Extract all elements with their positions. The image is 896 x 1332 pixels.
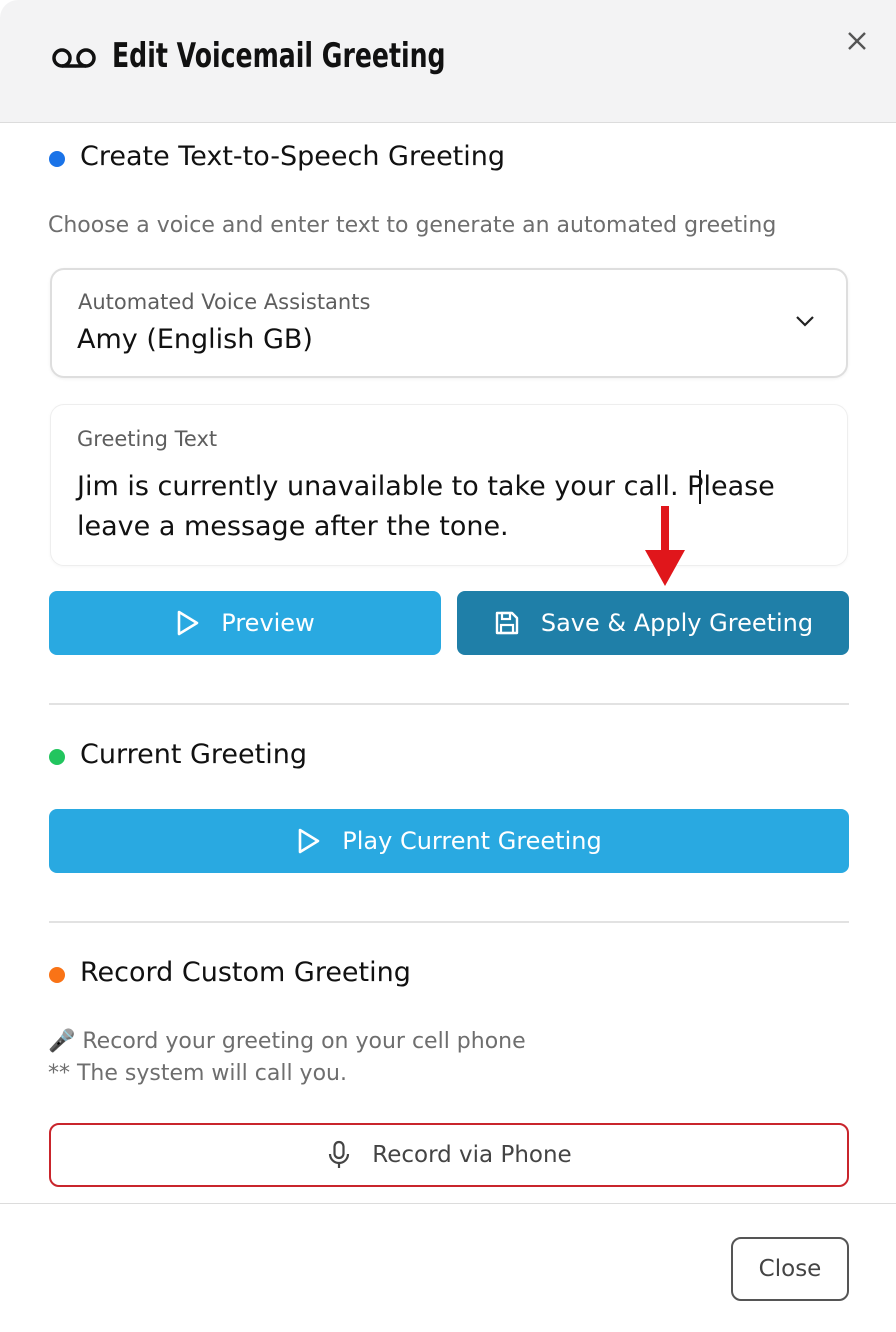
microphone-icon (326, 1140, 352, 1170)
current-section-dot (49, 749, 65, 765)
preview-button-label: Preview (221, 609, 315, 637)
voicemail-greeting-dialog: Edit Voicemail Greeting Create Text-to-S… (0, 0, 896, 1332)
play-icon (296, 827, 322, 855)
section-divider (49, 703, 849, 705)
record-via-phone-button[interactable]: Record via Phone (49, 1123, 849, 1187)
record-note-line1: 🎤 Record your greeting on your cell phon… (48, 1029, 526, 1054)
dialog-header: Edit Voicemail Greeting (0, 0, 896, 123)
section-divider (49, 921, 849, 923)
tts-description: Choose a voice and enter text to generat… (48, 213, 777, 238)
voice-select-value: Amy (English GB) (77, 324, 313, 355)
record-note-line2: ** The system will call you. (48, 1061, 347, 1086)
play-current-greeting-button[interactable]: Play Current Greeting (49, 809, 849, 873)
save-apply-button-label: Save & Apply Greeting (540, 609, 814, 637)
record-via-phone-label: Record via Phone (372, 1142, 572, 1168)
save-icon (493, 609, 521, 637)
greeting-text-field[interactable]: Greeting Text Jim is currently unavailab… (50, 404, 848, 566)
arrow-down-icon (645, 506, 685, 586)
save-apply-button[interactable]: Save & Apply Greeting (457, 591, 849, 655)
play-current-greeting-label: Play Current Greeting (342, 827, 602, 855)
preview-button[interactable]: Preview (49, 591, 441, 655)
record-section-dot (49, 967, 65, 983)
voice-select[interactable]: Automated Voice Assistants Amy (English … (50, 268, 848, 378)
chevron-down-icon (796, 316, 814, 327)
record-section-title: Record Custom Greeting (80, 957, 411, 988)
greeting-text-input[interactable]: Jim is currently unavailable to take you… (77, 467, 827, 547)
greeting-text-label: Greeting Text (77, 427, 218, 451)
voice-select-label: Automated Voice Assistants (78, 290, 371, 314)
current-section-title: Current Greeting (80, 739, 307, 770)
text-cursor (699, 470, 701, 504)
close-button[interactable]: Close (731, 1237, 849, 1301)
play-icon (175, 609, 201, 637)
close-icon[interactable] (842, 26, 872, 56)
voicemail-icon (52, 48, 96, 68)
tts-section-title: Create Text-to-Speech Greeting (80, 141, 506, 172)
tts-section-dot (49, 151, 65, 167)
footer-divider (0, 1203, 896, 1204)
dialog-title: Edit Voicemail Greeting (112, 36, 446, 76)
